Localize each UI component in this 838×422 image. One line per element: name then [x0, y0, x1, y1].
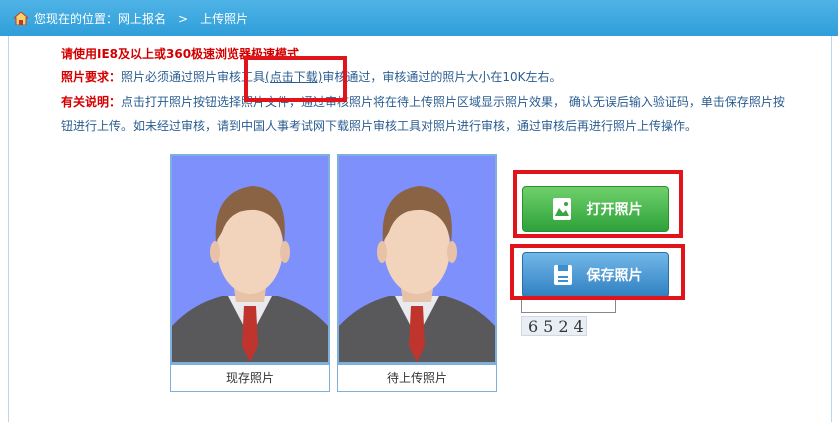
- pending-photo-caption: 待上传照片: [337, 364, 497, 392]
- pending-photo: [337, 154, 497, 364]
- captcha-image[interactable]: 6524: [521, 316, 587, 336]
- top-bar: 您现在的位置：网上报名 > 上传照片: [0, 0, 838, 36]
- person-silhouette-icon: [339, 186, 495, 362]
- save-button-highlight: [510, 244, 685, 300]
- captcha-input[interactable]: [521, 300, 616, 313]
- current-photo-caption: 现存照片: [170, 364, 330, 392]
- instructions-label: 有关说明：: [61, 95, 122, 109]
- breadcrumb-prefix: 您现在的位置：网上报名: [34, 12, 167, 26]
- breadcrumb-separator: >: [178, 11, 189, 26]
- person-silhouette-icon: [172, 186, 328, 362]
- home-icon: [14, 12, 28, 25]
- instructions-text-1: 点击打开照片按钮选择照片文件，通过审核照片将在待上传照片区域显示照片效果， 确认…: [121, 95, 785, 109]
- breadcrumb: 您现在的位置：网上报名 > 上传照片: [14, 10, 248, 27]
- open-button-highlight: [513, 170, 683, 238]
- breadcrumb-current: 上传照片: [200, 12, 249, 26]
- download-link-highlight: [244, 56, 347, 102]
- requirement-label: 照片要求：: [61, 70, 122, 84]
- instructions-line-1: 有关说明：点击打开照片按钮选择照片文件，通过审核照片将在待上传照片区域显示照片效…: [61, 93, 785, 110]
- requirement-text-after: 审核通过，审核通过的照片大小在10K左右。: [322, 70, 562, 84]
- instructions-line-2: 钮进行上传。如未经过审核，请到中国人事考试网下载照片审核工具对照片进行审核，通过…: [61, 119, 698, 133]
- current-photo: [170, 154, 330, 364]
